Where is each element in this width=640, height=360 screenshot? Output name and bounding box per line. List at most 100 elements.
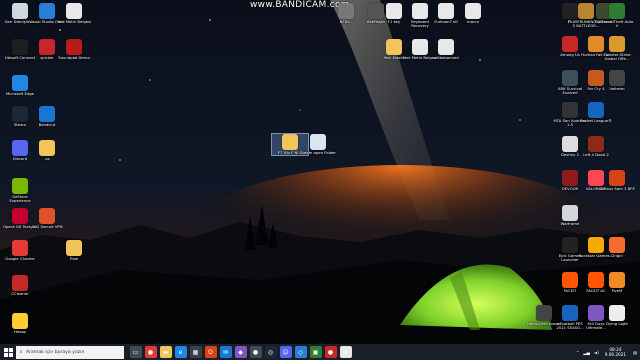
start-button[interactable]: [0, 344, 16, 360]
desktop-icon-label: macro: [467, 19, 479, 24]
app-icon: [562, 36, 578, 52]
app-icon: [609, 237, 625, 253]
desktop-icon-label: Hesap: [14, 329, 26, 334]
desktop-icon[interactable]: Grand Theft Auto V: [599, 3, 635, 28]
desktop-icon[interactable]: FiveM: [599, 272, 635, 293]
desktop-icon-label: Bandicut: [38, 122, 56, 127]
app-icon: [438, 3, 454, 19]
app-icon: [66, 3, 82, 19]
app-icon: [609, 70, 625, 86]
desktop-icon-label: AVG Secure VPN: [31, 224, 63, 229]
desktop-icon[interactable]: Steam open Folder: [300, 134, 336, 155]
app-icon: [562, 102, 578, 118]
desktop-icon[interactable]: Counter-Strike Global Offe...: [599, 36, 635, 61]
record-icon[interactable]: ●: [324, 346, 337, 358]
desktop-icon-label: Soundpad Demo: [58, 55, 90, 60]
app-icon: [39, 3, 55, 19]
desktop-icon[interactable]: CCleaner: [2, 275, 38, 296]
app-icon: [609, 36, 625, 52]
bandicam-icon[interactable]: ●: [249, 346, 262, 358]
app-icon: [39, 106, 55, 122]
desktop-icon[interactable]: willbebanned: [428, 39, 464, 60]
app-icon: [12, 75, 28, 91]
desktop-icon[interactable]: Soundpad Demo: [56, 39, 92, 60]
app-icon: [39, 39, 55, 55]
notification-icon[interactable]: ▤: [633, 350, 637, 355]
app-icon: [536, 305, 552, 321]
app-icon: [562, 136, 578, 152]
game-icon[interactable]: ▣: [309, 346, 322, 358]
windows-logo-icon: [3, 347, 13, 357]
store-icon[interactable]: ▦: [189, 346, 202, 358]
desktop-icon-label: willbebanned: [433, 55, 459, 60]
app-icon: [465, 3, 481, 19]
desktop-icon[interactable]: GeForce Experience: [2, 178, 38, 203]
app-icon: [12, 106, 28, 122]
desktop-icon-label: Serious Sam 3 BFE: [599, 186, 635, 191]
taskbar-apps: ▭ ● ▬ e ▦ O ✉ ◆ ● ◎ ☺ ◇ ▣ ● ▤: [128, 346, 353, 358]
desktop-icon[interactable]: Warframe: [552, 205, 588, 226]
desktop-icon[interactable]: macro: [455, 3, 491, 24]
app-icon: [438, 39, 454, 55]
desktop-icon-label: Rocket League®: [580, 118, 612, 123]
steam-icon[interactable]: ◎: [264, 346, 277, 358]
desktop-icon[interactable]: Final: [56, 240, 92, 261]
system-tray: ⌃ ▂▄ ◄) 08:24 9.06.2021 ▤: [574, 344, 640, 360]
desktop-icon[interactable]: Origin: [599, 237, 635, 258]
desktop-icon-label: GeForce Experience: [9, 194, 31, 204]
app-icon: [39, 208, 55, 224]
desktop-icon[interactable]: .ss: [29, 140, 65, 161]
visual-studio-icon[interactable]: ◆: [234, 346, 247, 358]
desktop-icon-label: Left 4 Dead 2: [583, 152, 609, 157]
taskbar: ⌕ Aramak için buraya yazın ▭ ● ▬ e ▦ O ✉ ◆ ● ◎ ☺ ◇ ▣…: [0, 344, 640, 360]
network-icon[interactable]: ▂▄: [583, 350, 589, 355]
vscode-icon[interactable]: ◇: [294, 346, 307, 358]
desktop-icon-label: Warframe: [560, 221, 580, 226]
app-icon: [386, 39, 402, 55]
search-icon: ⌕: [19, 349, 23, 355]
app-icon: [609, 170, 625, 186]
mail-icon[interactable]: ✉: [219, 346, 232, 358]
app-icon: [412, 39, 428, 55]
desktop-icon[interactable]: Microsoft Edge: [2, 75, 38, 96]
desktop-wallpaper: [0, 0, 640, 344]
desktop-icon[interactable]: Valheim: [599, 70, 635, 91]
desktop-icon-label: .ss: [44, 156, 50, 161]
desktop-icon-label: Steam open Folder: [300, 150, 336, 155]
desktop-icon-label: Microsoft Edge: [5, 91, 35, 96]
app-icon: [609, 305, 625, 321]
search-box[interactable]: ⌕ Aramak için buraya yazın: [16, 345, 124, 359]
app-icon: [66, 240, 82, 256]
edge-icon[interactable]: e: [174, 346, 187, 358]
tray-expand-icon[interactable]: ⌃: [576, 350, 580, 355]
desktop-icon-label: Grand Theft Auto V: [600, 19, 634, 29]
app-icon: [609, 272, 625, 288]
app-icon: [588, 136, 604, 152]
desktop-icon[interactable]: Bandicut: [29, 106, 65, 127]
discord-icon[interactable]: ☺: [279, 346, 292, 358]
volume-icon[interactable]: ◄): [594, 350, 599, 355]
desktop-icon[interactable]: Dying Light: [599, 305, 635, 326]
notes-icon[interactable]: ▤: [339, 346, 352, 358]
clock[interactable]: 08:24 9.06.2021: [605, 347, 626, 357]
task-view-icon[interactable]: ▭: [129, 346, 142, 358]
app-icon: [12, 275, 28, 291]
app-icon: [562, 237, 578, 253]
desktop-icon-label: CCleaner: [11, 291, 29, 296]
file-explorer-icon[interactable]: ▬: [159, 346, 172, 358]
desktop-icon[interactable]: Left 4 Dead 2: [578, 136, 614, 157]
desktop-icon-label: Valheim: [609, 86, 625, 91]
desktop-icon[interactable]: Yeni Metin Belgesi: [56, 3, 92, 24]
chrome-icon[interactable]: ●: [144, 346, 157, 358]
app-icon: [562, 70, 578, 86]
desktop-icon[interactable]: Hesap: [2, 313, 38, 334]
app-icon: [39, 140, 55, 156]
desktop-icon[interactable]: Serious Sam 3 BFE: [599, 170, 635, 191]
office-icon[interactable]: O: [204, 346, 217, 358]
desktop-icon[interactable]: Google Chrome: [2, 240, 38, 261]
desktop-icon[interactable]: Rocket League®: [578, 102, 614, 123]
desktop-icon-label: Yeni Metin Belgesi: [56, 19, 92, 24]
app-icon: [562, 272, 578, 288]
desktop-icon-label: FiveM: [611, 288, 623, 293]
desktop-icon[interactable]: AVG Secure VPN: [29, 208, 65, 229]
